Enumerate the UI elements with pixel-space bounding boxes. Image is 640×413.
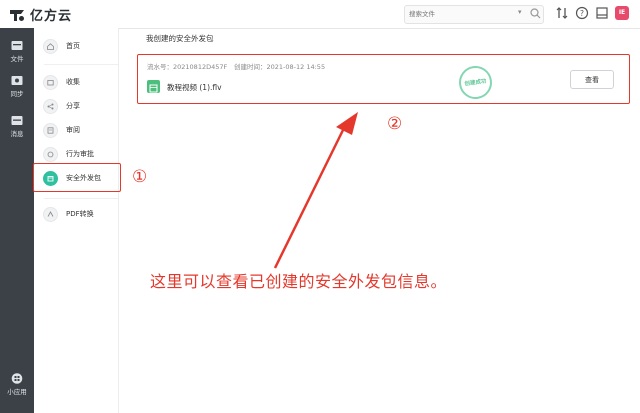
annotation-caption: 这里可以查看已创建的安全外发包信息。 xyxy=(150,272,448,291)
annotation-arrow xyxy=(273,112,358,269)
